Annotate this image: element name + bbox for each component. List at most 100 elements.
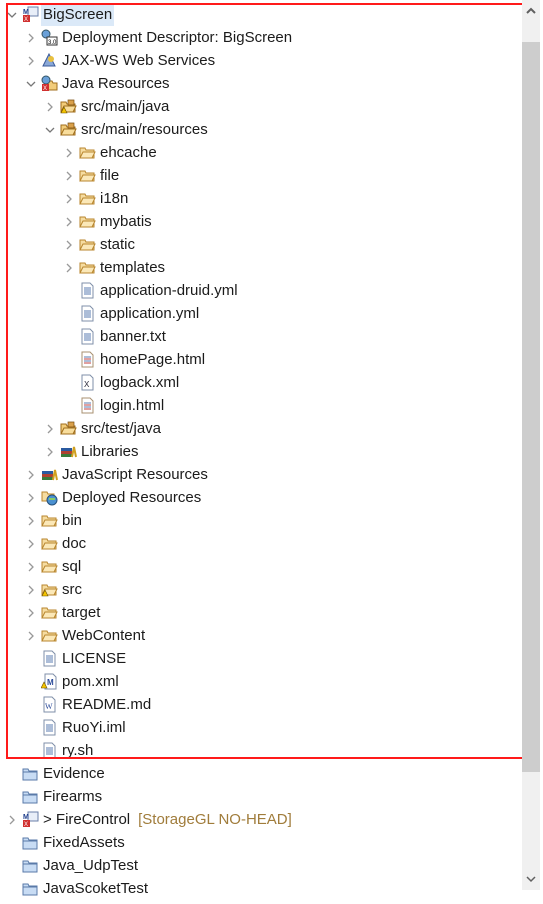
tree-item[interactable]: templates xyxy=(0,256,522,279)
chevron-down-icon[interactable] xyxy=(6,3,18,26)
tree-item[interactable]: i18n xyxy=(0,187,522,210)
tree-item[interactable]: homePage.html xyxy=(0,348,522,371)
tree-item[interactable]: sql xyxy=(0,555,522,578)
label-text: Deployed Resources xyxy=(62,489,202,506)
chevron-right-icon[interactable] xyxy=(6,808,18,831)
tree-item-label: Libraries xyxy=(79,440,141,463)
tree-item[interactable]: JAX-WS Web Services xyxy=(0,49,522,72)
tree-item-label: src/main/java xyxy=(79,95,171,118)
tree-item[interactable]: ehcache xyxy=(0,141,522,164)
chevron-right-icon[interactable] xyxy=(25,49,37,72)
tree-item-label: application.yml xyxy=(98,302,201,325)
libraries-icon xyxy=(60,443,77,460)
tree-item[interactable]: FixedAssets xyxy=(0,831,522,854)
scroll-down-arrow-icon[interactable] xyxy=(522,870,540,888)
tree-item-label: templates xyxy=(98,256,167,279)
label-text: src xyxy=(62,581,82,598)
tree-item[interactable]: LICENSE xyxy=(0,647,522,670)
tree-item[interactable]: Libraries xyxy=(0,440,522,463)
chevron-right-icon[interactable] xyxy=(63,233,75,256)
tree-item[interactable]: ry.sh xyxy=(0,739,522,762)
tree-item-label: file xyxy=(98,164,121,187)
tree-item[interactable]: W README.md xyxy=(0,693,522,716)
tree-item-label: JavaScript Resources xyxy=(60,463,210,486)
tree-item[interactable]: src/main/resources xyxy=(0,118,522,141)
tree-item[interactable]: WebContent xyxy=(0,624,522,647)
chevron-down-icon[interactable] xyxy=(25,72,37,95)
tree-item[interactable]: JavaScript Resources xyxy=(0,463,522,486)
tree-item[interactable]: application.yml xyxy=(0,302,522,325)
tree-item-label: Firearms xyxy=(41,785,104,808)
chevron-right-icon[interactable] xyxy=(25,578,37,601)
chevron-right-icon[interactable] xyxy=(25,601,37,624)
tree-item[interactable]: RuoYi.iml xyxy=(0,716,522,739)
label-text: README.md xyxy=(62,696,152,713)
tree-item[interactable]: Evidence xyxy=(0,762,522,785)
chevron-right-icon[interactable] xyxy=(63,187,75,210)
tree-item[interactable]: bin xyxy=(0,509,522,532)
tree-item[interactable]: doc xyxy=(0,532,522,555)
chevron-right-icon[interactable] xyxy=(25,463,37,486)
folder-icon xyxy=(41,558,58,575)
tree-item-label: src xyxy=(60,578,84,601)
source-folder-icon xyxy=(60,121,77,138)
web-project-icon: MX xyxy=(22,811,39,828)
tree-item[interactable]: 3.0 Deployment Descriptor: BigScreen xyxy=(0,26,522,49)
chevron-right-icon[interactable] xyxy=(25,624,37,647)
chevron-right-icon[interactable] xyxy=(25,486,37,509)
chevron-right-icon[interactable] xyxy=(44,95,56,118)
chevron-right-icon[interactable] xyxy=(44,440,56,463)
tree-item[interactable]: M X > FireControl [StorageGL NO-HEAD] xyxy=(0,808,522,831)
svg-text:M: M xyxy=(47,678,54,687)
label-text: banner.txt xyxy=(100,328,166,345)
chevron-right-icon[interactable] xyxy=(25,532,37,555)
tree-item-label: FixedAssets xyxy=(41,831,127,854)
html-file-icon xyxy=(79,351,96,368)
tree-item-label: src/test/java xyxy=(79,417,163,440)
tree-item[interactable]: target xyxy=(0,601,522,624)
libraries-icon xyxy=(41,466,58,483)
tree-item[interactable]: src/main/java xyxy=(0,95,522,118)
folder-icon xyxy=(79,167,96,184)
text-file-icon xyxy=(79,328,96,345)
chevron-right-icon[interactable] xyxy=(63,141,75,164)
text-file-icon xyxy=(79,282,96,299)
tree-item[interactable]: M X BigScreen xyxy=(0,3,522,26)
chevron-down-icon[interactable] xyxy=(44,118,56,141)
tree-item[interactable]: JavaScoketTest xyxy=(0,877,522,900)
tree-item-label: ehcache xyxy=(98,141,159,164)
tree-item[interactable]: Java_UdpTest xyxy=(0,854,522,877)
tree-item[interactable]: Xlogback.xml xyxy=(0,371,522,394)
tree-item-label: Deployment Descriptor: BigScreen xyxy=(60,26,294,49)
tree-item[interactable]: mybatis xyxy=(0,210,522,233)
chevron-right-icon[interactable] xyxy=(25,509,37,532)
chevron-right-icon[interactable] xyxy=(25,26,37,49)
tree-item[interactable]: Firearms xyxy=(0,785,522,808)
folder-icon xyxy=(41,535,58,552)
tree-item[interactable]: static xyxy=(0,233,522,256)
tree-item[interactable]: login.html xyxy=(0,394,522,417)
tree-item[interactable]: application-druid.yml xyxy=(0,279,522,302)
tree-item[interactable]: src/test/java xyxy=(0,417,522,440)
chevron-right-icon[interactable] xyxy=(25,555,37,578)
tree-item[interactable]: Deployed Resources xyxy=(0,486,522,509)
tree-item[interactable]: Mpom.xml xyxy=(0,670,522,693)
chevron-right-icon[interactable] xyxy=(63,256,75,279)
label-text: FixedAssets xyxy=(43,834,125,851)
tree-item[interactable]: X Java Resources xyxy=(0,72,522,95)
chevron-right-icon[interactable] xyxy=(63,164,75,187)
label-text: ry.sh xyxy=(62,742,94,759)
chevron-right-icon[interactable] xyxy=(44,417,56,440)
label-text: login.html xyxy=(100,397,165,414)
tree-item[interactable]: banner.txt xyxy=(0,325,522,348)
vertical-scrollbar[interactable] xyxy=(522,0,540,890)
tree-item[interactable]: src xyxy=(0,578,522,601)
scroll-up-arrow-icon[interactable] xyxy=(522,2,540,20)
html-file-icon xyxy=(79,397,96,414)
web-project-icon: MX xyxy=(22,6,39,23)
tree-item[interactable]: file xyxy=(0,164,522,187)
scrollbar-thumb[interactable] xyxy=(522,42,540,772)
tree-item-label: BigScreen xyxy=(41,3,115,26)
tree-item-label: WebContent xyxy=(60,624,147,647)
chevron-right-icon[interactable] xyxy=(63,210,75,233)
